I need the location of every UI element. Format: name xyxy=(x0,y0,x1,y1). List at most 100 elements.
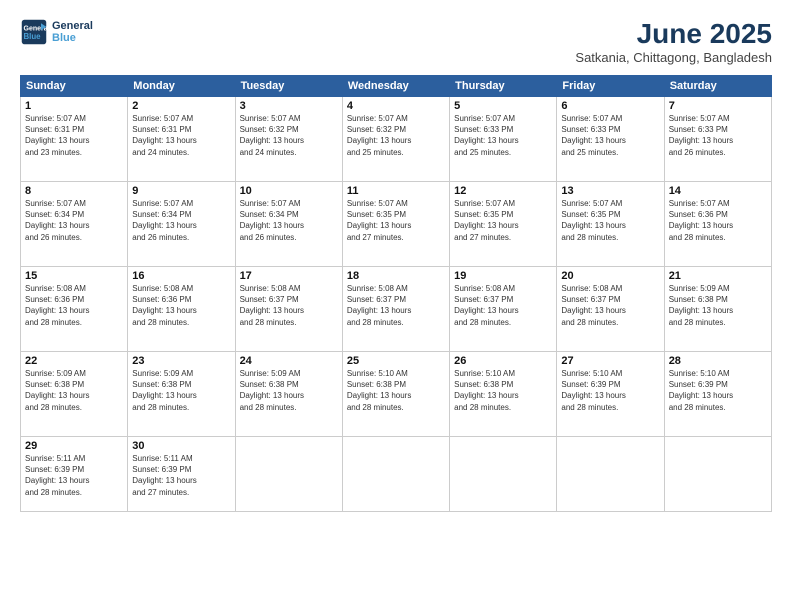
cell-info: Sunrise: 5:11 AM Sunset: 6:39 PM Dayligh… xyxy=(25,453,123,498)
day-number: 4 xyxy=(347,100,445,112)
day-number: 21 xyxy=(669,270,767,282)
calendar-header-friday: Friday xyxy=(557,76,664,97)
cell-info: Sunrise: 5:11 AM Sunset: 6:39 PM Dayligh… xyxy=(132,453,230,498)
day-number: 5 xyxy=(454,100,552,112)
cell-info: Sunrise: 5:07 AM Sunset: 6:32 PM Dayligh… xyxy=(240,113,338,158)
calendar: SundayMondayTuesdayWednesdayThursdayFrid… xyxy=(20,75,772,512)
calendar-cell xyxy=(235,437,342,512)
cell-info: Sunrise: 5:07 AM Sunset: 6:35 PM Dayligh… xyxy=(347,198,445,243)
cell-info: Sunrise: 5:09 AM Sunset: 6:38 PM Dayligh… xyxy=(25,368,123,413)
cell-info: Sunrise: 5:10 AM Sunset: 6:39 PM Dayligh… xyxy=(561,368,659,413)
day-number: 9 xyxy=(132,185,230,197)
page: General Blue General Blue June 2025 Satk… xyxy=(0,0,792,612)
calendar-header-row: SundayMondayTuesdayWednesdayThursdayFrid… xyxy=(21,76,772,97)
cell-info: Sunrise: 5:10 AM Sunset: 6:38 PM Dayligh… xyxy=(347,368,445,413)
cell-info: Sunrise: 5:08 AM Sunset: 6:36 PM Dayligh… xyxy=(25,283,123,328)
cell-info: Sunrise: 5:07 AM Sunset: 6:31 PM Dayligh… xyxy=(25,113,123,158)
calendar-cell: 5Sunrise: 5:07 AM Sunset: 6:33 PM Daylig… xyxy=(450,97,557,182)
header: General Blue General Blue June 2025 Satk… xyxy=(20,18,772,65)
calendar-week-2: 8Sunrise: 5:07 AM Sunset: 6:34 PM Daylig… xyxy=(21,182,772,267)
calendar-cell: 2Sunrise: 5:07 AM Sunset: 6:31 PM Daylig… xyxy=(128,97,235,182)
calendar-week-4: 22Sunrise: 5:09 AM Sunset: 6:38 PM Dayli… xyxy=(21,352,772,437)
calendar-cell: 9Sunrise: 5:07 AM Sunset: 6:34 PM Daylig… xyxy=(128,182,235,267)
cell-info: Sunrise: 5:07 AM Sunset: 6:31 PM Dayligh… xyxy=(132,113,230,158)
calendar-cell xyxy=(664,437,771,512)
calendar-cell xyxy=(557,437,664,512)
logo-icon: General Blue xyxy=(20,18,48,46)
day-number: 25 xyxy=(347,355,445,367)
day-number: 27 xyxy=(561,355,659,367)
location: Satkania, Chittagong, Bangladesh xyxy=(575,50,772,65)
calendar-cell: 21Sunrise: 5:09 AM Sunset: 6:38 PM Dayli… xyxy=(664,267,771,352)
calendar-cell: 10Sunrise: 5:07 AM Sunset: 6:34 PM Dayli… xyxy=(235,182,342,267)
cell-info: Sunrise: 5:07 AM Sunset: 6:33 PM Dayligh… xyxy=(669,113,767,158)
cell-info: Sunrise: 5:07 AM Sunset: 6:35 PM Dayligh… xyxy=(454,198,552,243)
cell-info: Sunrise: 5:09 AM Sunset: 6:38 PM Dayligh… xyxy=(240,368,338,413)
calendar-cell: 1Sunrise: 5:07 AM Sunset: 6:31 PM Daylig… xyxy=(21,97,128,182)
day-number: 13 xyxy=(561,185,659,197)
calendar-header-wednesday: Wednesday xyxy=(342,76,449,97)
day-number: 17 xyxy=(240,270,338,282)
day-number: 1 xyxy=(25,100,123,112)
calendar-week-3: 15Sunrise: 5:08 AM Sunset: 6:36 PM Dayli… xyxy=(21,267,772,352)
day-number: 6 xyxy=(561,100,659,112)
day-number: 28 xyxy=(669,355,767,367)
calendar-header-monday: Monday xyxy=(128,76,235,97)
day-number: 12 xyxy=(454,185,552,197)
cell-info: Sunrise: 5:08 AM Sunset: 6:36 PM Dayligh… xyxy=(132,283,230,328)
cell-info: Sunrise: 5:10 AM Sunset: 6:38 PM Dayligh… xyxy=(454,368,552,413)
cell-info: Sunrise: 5:07 AM Sunset: 6:34 PM Dayligh… xyxy=(240,198,338,243)
calendar-cell: 13Sunrise: 5:07 AM Sunset: 6:35 PM Dayli… xyxy=(557,182,664,267)
cell-info: Sunrise: 5:07 AM Sunset: 6:34 PM Dayligh… xyxy=(132,198,230,243)
calendar-cell: 8Sunrise: 5:07 AM Sunset: 6:34 PM Daylig… xyxy=(21,182,128,267)
calendar-cell: 14Sunrise: 5:07 AM Sunset: 6:36 PM Dayli… xyxy=(664,182,771,267)
cell-info: Sunrise: 5:09 AM Sunset: 6:38 PM Dayligh… xyxy=(669,283,767,328)
calendar-cell: 16Sunrise: 5:08 AM Sunset: 6:36 PM Dayli… xyxy=(128,267,235,352)
svg-text:Blue: Blue xyxy=(24,32,42,41)
day-number: 30 xyxy=(132,440,230,452)
day-number: 24 xyxy=(240,355,338,367)
day-number: 3 xyxy=(240,100,338,112)
cell-info: Sunrise: 5:08 AM Sunset: 6:37 PM Dayligh… xyxy=(561,283,659,328)
logo-text: General Blue xyxy=(52,20,93,44)
cell-info: Sunrise: 5:07 AM Sunset: 6:36 PM Dayligh… xyxy=(669,198,767,243)
calendar-cell: 25Sunrise: 5:10 AM Sunset: 6:38 PM Dayli… xyxy=(342,352,449,437)
cell-info: Sunrise: 5:07 AM Sunset: 6:33 PM Dayligh… xyxy=(561,113,659,158)
calendar-cell: 12Sunrise: 5:07 AM Sunset: 6:35 PM Dayli… xyxy=(450,182,557,267)
calendar-cell: 20Sunrise: 5:08 AM Sunset: 6:37 PM Dayli… xyxy=(557,267,664,352)
calendar-cell xyxy=(450,437,557,512)
calendar-cell: 4Sunrise: 5:07 AM Sunset: 6:32 PM Daylig… xyxy=(342,97,449,182)
calendar-header-thursday: Thursday xyxy=(450,76,557,97)
calendar-cell: 6Sunrise: 5:07 AM Sunset: 6:33 PM Daylig… xyxy=(557,97,664,182)
calendar-week-1: 1Sunrise: 5:07 AM Sunset: 6:31 PM Daylig… xyxy=(21,97,772,182)
calendar-cell: 22Sunrise: 5:09 AM Sunset: 6:38 PM Dayli… xyxy=(21,352,128,437)
day-number: 23 xyxy=(132,355,230,367)
cell-info: Sunrise: 5:07 AM Sunset: 6:33 PM Dayligh… xyxy=(454,113,552,158)
cell-info: Sunrise: 5:09 AM Sunset: 6:38 PM Dayligh… xyxy=(132,368,230,413)
calendar-cell: 26Sunrise: 5:10 AM Sunset: 6:38 PM Dayli… xyxy=(450,352,557,437)
day-number: 20 xyxy=(561,270,659,282)
calendar-cell: 19Sunrise: 5:08 AM Sunset: 6:37 PM Dayli… xyxy=(450,267,557,352)
logo: General Blue General Blue xyxy=(20,18,93,46)
calendar-cell: 3Sunrise: 5:07 AM Sunset: 6:32 PM Daylig… xyxy=(235,97,342,182)
calendar-header-saturday: Saturday xyxy=(664,76,771,97)
cell-info: Sunrise: 5:08 AM Sunset: 6:37 PM Dayligh… xyxy=(347,283,445,328)
calendar-cell: 24Sunrise: 5:09 AM Sunset: 6:38 PM Dayli… xyxy=(235,352,342,437)
calendar-cell xyxy=(342,437,449,512)
calendar-cell: 30Sunrise: 5:11 AM Sunset: 6:39 PM Dayli… xyxy=(128,437,235,512)
cell-info: Sunrise: 5:07 AM Sunset: 6:35 PM Dayligh… xyxy=(561,198,659,243)
calendar-header-tuesday: Tuesday xyxy=(235,76,342,97)
day-number: 7 xyxy=(669,100,767,112)
title-block: June 2025 Satkania, Chittagong, Banglade… xyxy=(575,18,772,65)
cell-info: Sunrise: 5:07 AM Sunset: 6:32 PM Dayligh… xyxy=(347,113,445,158)
day-number: 18 xyxy=(347,270,445,282)
calendar-cell: 29Sunrise: 5:11 AM Sunset: 6:39 PM Dayli… xyxy=(21,437,128,512)
day-number: 16 xyxy=(132,270,230,282)
day-number: 14 xyxy=(669,185,767,197)
calendar-header-sunday: Sunday xyxy=(21,76,128,97)
cell-info: Sunrise: 5:08 AM Sunset: 6:37 PM Dayligh… xyxy=(240,283,338,328)
calendar-week-5: 29Sunrise: 5:11 AM Sunset: 6:39 PM Dayli… xyxy=(21,437,772,512)
day-number: 26 xyxy=(454,355,552,367)
cell-info: Sunrise: 5:10 AM Sunset: 6:39 PM Dayligh… xyxy=(669,368,767,413)
calendar-cell: 28Sunrise: 5:10 AM Sunset: 6:39 PM Dayli… xyxy=(664,352,771,437)
